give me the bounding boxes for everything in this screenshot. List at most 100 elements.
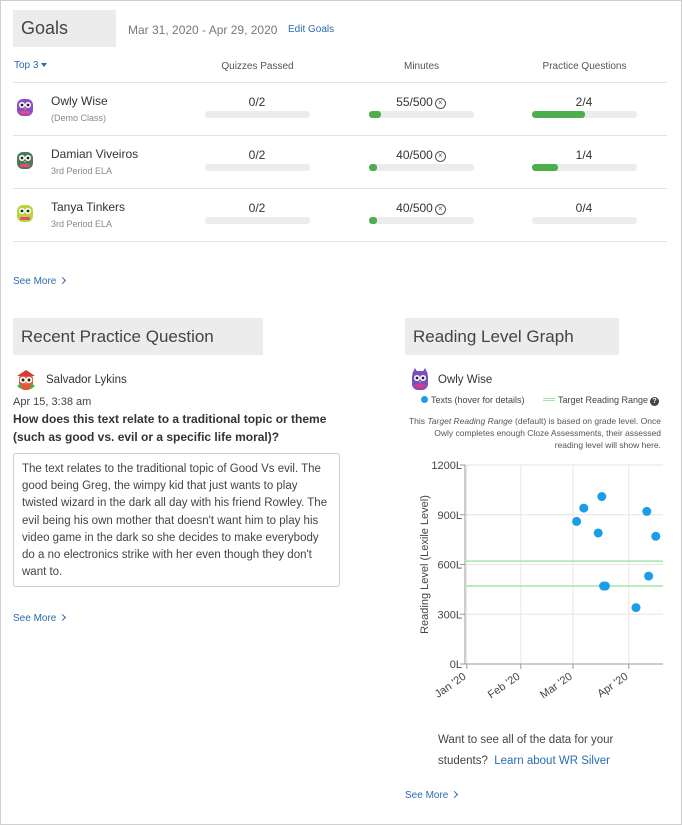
reading-student-name: Owly Wise bbox=[438, 374, 493, 386]
remove-goal-icon[interactable]: × bbox=[434, 151, 446, 162]
note-text: This bbox=[408, 416, 428, 426]
progress-fill bbox=[369, 164, 378, 171]
goal-quizzes-value: 0/2 bbox=[202, 95, 312, 109]
target-range-note: This Target Reading Range (default) is b… bbox=[405, 415, 661, 451]
reading-level-chart: 0L 300L 600L 900L 1200L Jan '20 Feb '20 Mar '20… bbox=[419, 460, 663, 702]
goal-value-text: 55/500 bbox=[396, 95, 433, 109]
progress-fill bbox=[369, 217, 378, 224]
student-owl-avatar-icon bbox=[14, 202, 36, 224]
y-tick-label: 900L bbox=[438, 510, 462, 522]
chevron-right-icon bbox=[451, 790, 459, 799]
goal-minutes-progress-bar bbox=[369, 217, 474, 224]
student-class: (Demo Class) bbox=[51, 113, 107, 123]
y-tick-label: 300L bbox=[438, 609, 462, 621]
chevron-right-icon bbox=[59, 613, 67, 622]
goal-quizzes-value: 0/2 bbox=[202, 201, 312, 215]
goals-see-more-link[interactable]: See More bbox=[13, 276, 67, 287]
see-more-label: See More bbox=[13, 613, 57, 624]
goal-questions-value: 2/4 bbox=[529, 95, 639, 109]
upgrade-prompt: Want to see all of the data for your stu… bbox=[438, 730, 638, 772]
text-data-point bbox=[631, 603, 641, 613]
reading-see-more-link[interactable]: See More bbox=[405, 790, 459, 801]
text-data-point bbox=[579, 503, 589, 513]
goal-quizzes-progress-bar bbox=[205, 164, 310, 171]
note-emphasis: Target Reading Range bbox=[427, 416, 513, 426]
goal-questions-progress-bar bbox=[532, 217, 637, 224]
text-data-point bbox=[593, 528, 603, 538]
edit-goals-link[interactable]: Edit Goals bbox=[288, 24, 334, 35]
remove-goal-icon[interactable]: × bbox=[434, 98, 446, 109]
goal-value-text: 0/2 bbox=[248, 201, 266, 215]
student-name-link[interactable]: Tanya Tinkers bbox=[51, 200, 125, 214]
progress-fill bbox=[532, 164, 559, 171]
see-more-label: See More bbox=[405, 790, 449, 801]
divider bbox=[13, 82, 667, 83]
text-data-point bbox=[597, 492, 607, 502]
goal-minutes-value: 40/500 × bbox=[366, 148, 476, 162]
x-tick-label: Mar '20 bbox=[538, 671, 575, 702]
goal-value-text: 0/4 bbox=[575, 201, 593, 215]
column-header-quizzes: Quizzes Passed bbox=[221, 61, 294, 72]
student-owl-avatar-icon bbox=[14, 149, 36, 171]
goal-quizzes-value: 0/2 bbox=[202, 148, 312, 162]
learn-wr-silver-link[interactable]: Learn about WR Silver bbox=[494, 755, 610, 767]
student-name-link[interactable]: Damian Viveiros bbox=[51, 147, 138, 161]
chevron-right-icon bbox=[59, 276, 67, 285]
goals-date-range: Mar 31, 2020 - Apr 29, 2020 bbox=[128, 23, 278, 37]
goal-value-text: 0/2 bbox=[248, 95, 266, 109]
text-data-point bbox=[644, 571, 654, 581]
y-tick-label: 600L bbox=[438, 560, 462, 572]
goal-value-text: 40/500 bbox=[396, 148, 433, 162]
text-data-point bbox=[642, 506, 652, 516]
recent-practice-title: Recent Practice Question bbox=[13, 318, 263, 355]
goal-quizzes-progress-bar bbox=[205, 111, 310, 118]
recent-timestamp: Apr 15, 3:38 am bbox=[13, 396, 92, 408]
x-tick-label: Feb '20 bbox=[486, 671, 523, 702]
owly-avatar-icon bbox=[412, 368, 428, 390]
column-header-practice-questions: Practice Questions bbox=[542, 61, 627, 72]
goal-quizzes-progress-bar bbox=[205, 217, 310, 224]
top3-filter-dropdown[interactable]: Top 3 bbox=[14, 60, 48, 71]
goal-questions-progress-bar bbox=[532, 164, 637, 171]
goal-questions-progress-bar bbox=[532, 111, 637, 118]
remove-goal-icon[interactable]: × bbox=[434, 204, 446, 215]
divider bbox=[13, 135, 667, 136]
student-name-link[interactable]: Owly Wise bbox=[51, 94, 108, 108]
goal-value-text: 2/4 bbox=[575, 95, 593, 109]
see-more-label: See More bbox=[13, 276, 57, 287]
student-class: 3rd Period ELA bbox=[51, 219, 113, 229]
y-tick-label: 1200L bbox=[431, 460, 462, 472]
legend-range-label: Target Reading Range bbox=[558, 395, 649, 405]
recent-answer-box: The text relates to the traditional topi… bbox=[13, 453, 340, 587]
text-data-point bbox=[572, 516, 582, 526]
caret-down-icon bbox=[41, 63, 48, 68]
student-owl-avatar-icon bbox=[17, 370, 35, 390]
top3-label: Top 3 bbox=[14, 60, 39, 71]
goal-minutes-value: 40/500 × bbox=[366, 201, 476, 215]
goals-title: Goals bbox=[13, 10, 116, 47]
student-class: 3rd Period ELA bbox=[51, 166, 113, 176]
goal-value-text: 40/500 bbox=[396, 201, 433, 215]
x-tick-label: Apr '20 bbox=[595, 671, 630, 701]
x-tick-label: Jan '20 bbox=[433, 671, 469, 701]
y-axis-label: Reading Level (Lexile Level) bbox=[419, 495, 431, 634]
progress-fill bbox=[532, 111, 585, 118]
goal-minutes-progress-bar bbox=[369, 164, 474, 171]
reading-level-title: Reading Level Graph bbox=[405, 318, 619, 355]
column-header-minutes: Minutes bbox=[403, 61, 439, 72]
text-data-point bbox=[600, 581, 610, 591]
goal-minutes-progress-bar bbox=[369, 111, 474, 118]
goal-questions-value: 1/4 bbox=[529, 148, 639, 162]
goal-value-text: 1/4 bbox=[575, 148, 593, 162]
help-icon[interactable]: ? bbox=[650, 397, 660, 406]
divider bbox=[13, 188, 667, 189]
legend-texts-label: Texts (hover for details) bbox=[431, 395, 525, 405]
progress-fill bbox=[369, 111, 381, 118]
recent-student-name: Salvador Lykins bbox=[46, 374, 127, 386]
recent-see-more-link[interactable]: See More bbox=[13, 613, 67, 624]
range-line-legend-icon bbox=[543, 398, 555, 401]
goal-questions-value: 0/4 bbox=[529, 201, 639, 215]
legend-target-range: Target Reading Range? bbox=[543, 395, 660, 406]
dot-legend-icon bbox=[421, 396, 428, 403]
student-owl-avatar-icon bbox=[14, 96, 36, 118]
